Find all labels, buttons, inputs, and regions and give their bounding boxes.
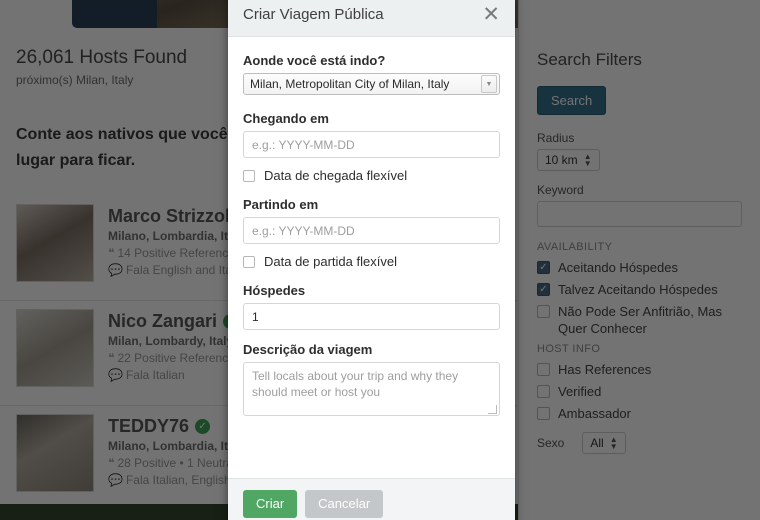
arrival-date-input[interactable]: e.g.: YYYY-MM-DD [243,131,500,158]
departure-flexible-row[interactable]: Data de partida flexível [243,254,500,269]
description-label: Descrição da viagem [243,342,373,357]
arrival-flexible-row[interactable]: Data de chegada flexível [243,168,500,183]
modal-footer: Criar Cancelar [228,478,515,520]
checkbox-icon[interactable] [243,255,255,268]
modal-title: Criar Viagem Pública [243,5,384,23]
chevron-down-icon[interactable]: ▼ [481,75,497,93]
guests-input[interactable]: 1 [243,303,500,330]
arrival-label: Chegando em [243,111,329,126]
description-placeholder: Tell locals about your trip and why they… [252,369,459,399]
close-icon[interactable]: ✕ [482,4,500,25]
description-textarea[interactable]: Tell locals about your trip and why they… [243,362,500,416]
modal-header: Criar Viagem Pública ✕ [228,0,515,37]
checkbox-icon[interactable] [243,169,255,182]
cancel-button[interactable]: Cancelar [305,489,384,518]
app-root: Deja €220.55 Rezervați acum 26,061 Hosts… [0,0,760,520]
resize-grip-icon[interactable] [488,405,497,414]
departure-date-input[interactable]: e.g.: YYYY-MM-DD [243,217,500,244]
modal-body: Aonde você está indo? Milan, Metropolita… [228,37,515,478]
destination-value: Milan, Metropolitan City of Milan, Italy [250,77,450,91]
destination-select[interactable]: Milan, Metropolitan City of Milan, Italy… [243,73,500,95]
departure-label: Partindo em [243,197,319,212]
guests-label: Hóspedes [243,283,306,298]
departure-flexible-label: Data de partida flexível [264,254,397,269]
create-public-trip-modal: Criar Viagem Pública ✕ Aonde você está i… [228,0,515,520]
create-button[interactable]: Criar [243,489,298,518]
destination-label: Aonde você está indo? [243,53,386,68]
arrival-flexible-label: Data de chegada flexível [264,168,408,183]
